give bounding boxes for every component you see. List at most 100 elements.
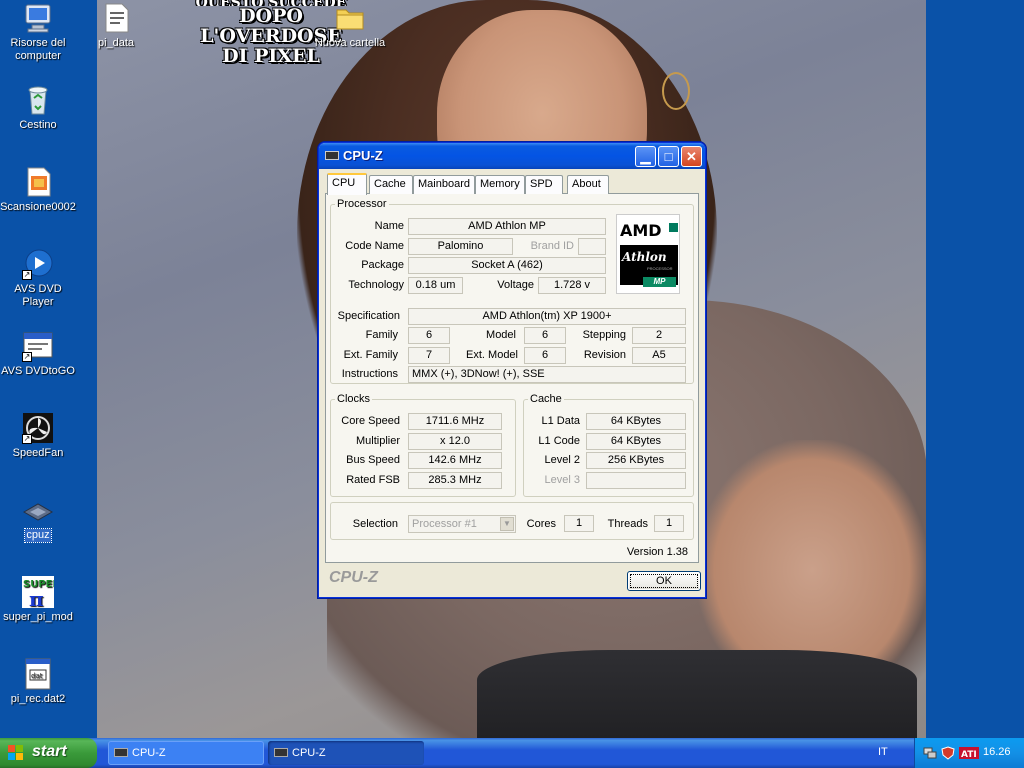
processor-select-value: Processor #1 <box>412 518 477 530</box>
amd-arrow-icon <box>669 223 678 232</box>
stepping-label: Stepping <box>582 329 626 341</box>
ok-button[interactable]: OK <box>627 571 701 591</box>
cores-value: 1 <box>564 515 594 532</box>
ext-family-label: Ext. Family <box>343 349 398 361</box>
ati-icon[interactable]: ATI <box>959 746 979 760</box>
desktop-icon-recycle-bin[interactable]: Cestino <box>0 84 78 132</box>
logo-variant: MP <box>643 277 676 287</box>
voltage-value: 1.728 v <box>538 277 606 294</box>
specification-label: Specification <box>337 310 400 322</box>
close-icon: ✕ <box>686 149 697 164</box>
desktop[interactable]: QUESTO SUCCEDE DOPO L'OVERDOSE DI PIXEL … <box>0 0 1024 738</box>
desktop-icon-label: super_pi_mod <box>3 611 73 623</box>
desktop-icon-scansione[interactable]: Scansione0002 <box>0 166 78 214</box>
svg-text:dat: dat <box>31 672 43 680</box>
shortcut-arrow-icon: ↗ <box>22 270 32 280</box>
avs-dvd-player-icon: ↗ <box>22 248 54 280</box>
desktop-icon-label: Risorse del computer <box>10 37 66 62</box>
start-button[interactable]: start <box>0 738 97 768</box>
desktop-icon-speedfan[interactable]: ↗ SpeedFan <box>0 412 78 460</box>
core-speed-value: 1711.6 MHz <box>408 413 502 430</box>
level-3-value <box>586 472 686 489</box>
window-title: CPU-Z <box>343 148 383 163</box>
my-computer-icon <box>22 2 54 34</box>
wallpaper-earring <box>662 72 690 110</box>
speedfan-icon: ↗ <box>22 412 54 444</box>
maximize-button[interactable]: □ <box>658 146 679 167</box>
desktop-icon-new-folder[interactable]: Nuova cartella <box>310 2 390 50</box>
selection-label: Selection <box>352 518 398 530</box>
desktop-icon-label: SpeedFan <box>12 447 64 459</box>
desktop-icon-avs-dvdtogo[interactable]: ↗ AVS DVDtoGO <box>0 330 78 378</box>
name-value: AMD Athlon MP <box>408 218 606 235</box>
stepping-value: 2 <box>632 327 686 344</box>
svg-text:π: π <box>29 587 44 608</box>
processor-select[interactable]: Processor #1 ▼ <box>408 515 516 533</box>
codename-value: Palomino <box>408 238 513 255</box>
close-button[interactable]: ✕ <box>681 146 702 167</box>
dat-file-icon: dat <box>22 658 54 690</box>
multiplier-label: Multiplier <box>355 435 400 447</box>
rated-fsb-label: Rated FSB <box>346 474 400 486</box>
tab-cache[interactable]: Cache <box>369 175 413 194</box>
amd-athlon-mp-logo: AMD Athlon PROCESSOR MP <box>616 214 680 294</box>
tab-mainboard[interactable]: Mainboard <box>413 175 475 194</box>
clock[interactable]: 16.26 <box>983 746 1011 758</box>
level-2-label: Level 2 <box>544 454 580 466</box>
model-label: Model <box>486 329 516 341</box>
cpuz-titlebar[interactable]: CPU-Z ▁ □ ✕ <box>319 143 705 169</box>
l1-code-label: L1 Code <box>538 435 580 447</box>
tab-about[interactable]: About <box>567 175 609 194</box>
desktop-icon-label: Scansione0002 <box>0 201 76 213</box>
avs-dvdtogo-icon: ↗ <box>22 330 54 362</box>
package-label: Package <box>361 259 404 271</box>
cpuz-chip-icon <box>274 748 288 757</box>
package-value: Socket A (462) <box>408 257 606 274</box>
cpuz-window[interactable]: CPU-Z ▁ □ ✕ Processor Name AMD Athlon MP… <box>318 142 706 598</box>
core-speed-label: Core Speed <box>341 415 400 427</box>
l1-data-value: 64 KBytes <box>586 413 686 430</box>
language-indicator[interactable]: IT <box>878 746 888 758</box>
text-file-icon <box>100 2 132 34</box>
desktop-icon-label: AVS DVDtoGO <box>1 365 75 377</box>
recycle-bin-icon <box>22 84 54 116</box>
tab-spd[interactable]: SPD <box>525 175 563 194</box>
desktop-icon-my-computer[interactable]: Risorse del computer <box>0 2 78 63</box>
minimize-button[interactable]: ▁ <box>635 146 656 167</box>
cpuz-chip-icon <box>325 151 339 160</box>
tab-cpu[interactable]: CPU <box>327 173 367 195</box>
shortcut-arrow-icon: ↗ <box>22 352 32 362</box>
clocks-legend: Clocks <box>337 393 371 405</box>
security-icon[interactable] <box>941 746 955 760</box>
desktop-icon-pi-rec[interactable]: dat pi_rec.dat2 <box>0 658 78 706</box>
threads-label: Threads <box>607 518 648 530</box>
chevron-down-icon[interactable]: ▼ <box>500 517 514 531</box>
super-pi-icon: SUPERπ <box>22 576 60 611</box>
taskbar: start CPU-Z CPU-Z IT ATI 16.26 <box>0 738 1024 768</box>
logo-sub: PROCESSOR <box>647 266 673 271</box>
taskbar-item-cpuz-2[interactable]: CPU-Z <box>268 741 424 765</box>
technology-value: 0.18 um <box>408 277 463 294</box>
taskbar-item-cpuz-1[interactable]: CPU-Z <box>108 741 264 765</box>
threads-value: 1 <box>654 515 684 532</box>
l1-data-label: L1 Data <box>541 415 580 427</box>
desktop-icon-super-pi[interactable]: SUPERπ super_pi_mod <box>0 576 78 624</box>
codename-label: Code Name <box>345 240 404 252</box>
tab-panel-cpu: Processor Name AMD Athlon MP Code Name P… <box>325 193 699 563</box>
desktop-icon-cpuz[interactable]: cpuz <box>0 494 78 543</box>
desktop-icon-pi-data[interactable]: pi_data <box>76 2 156 50</box>
ext-model-value: 6 <box>524 347 566 364</box>
desktop-icon-label: Cestino <box>19 119 57 131</box>
specification-value: AMD Athlon(tm) XP 1900+ <box>408 308 686 325</box>
voltage-label: Voltage <box>497 279 534 291</box>
logo-product: Athlon <box>622 250 667 264</box>
tab-memory[interactable]: Memory <box>475 175 525 194</box>
desktop-icon-avs-dvd-player[interactable]: ↗ AVS DVD Player <box>0 248 78 309</box>
name-label: Name <box>374 220 404 232</box>
wallpaper-pants <box>477 650 917 738</box>
system-tray: ATI 16.26 <box>914 738 1024 768</box>
network-icon[interactable] <box>923 746 937 760</box>
instructions-value: MMX (+), 3DNow! (+), SSE <box>408 366 686 383</box>
ati-label: ATI <box>961 750 977 760</box>
revision-label: Revision <box>583 349 626 361</box>
